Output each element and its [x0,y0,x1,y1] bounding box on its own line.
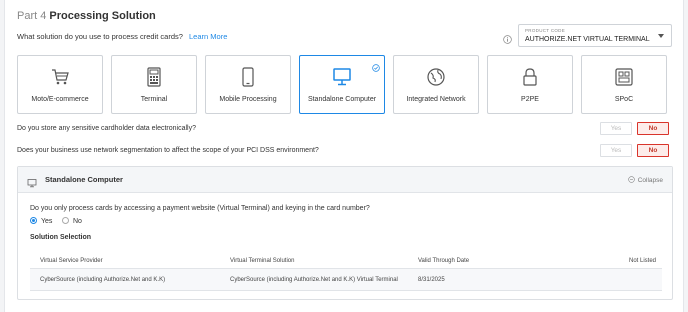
column-header: Valid Through Date [418,258,470,264]
mobile-icon [237,66,259,88]
check-circle-icon [372,59,380,72]
radio-yes[interactable]: Yes [30,217,52,225]
question-network-segmentation: Does your business use network segmentat… [17,147,319,154]
column-header: Virtual Terminal Solution [230,258,295,264]
card-label: Mobile Processing [219,96,277,103]
table-row[interactable]: CyberSource (including Authorize.Net and… [30,269,662,291]
radio-yes-label: Yes [41,218,53,225]
collapse-button[interactable]: Collapse [628,176,663,184]
segmentation-no-button[interactable]: No [637,144,669,157]
store-data-yes-button[interactable]: Yes [600,122,632,135]
globe-icon [425,66,447,88]
column-header: Not Listed [628,258,656,264]
card-spoc[interactable]: SPoC [581,55,667,114]
radio-no[interactable]: No [62,217,82,225]
store-data-no-button[interactable]: No [637,122,669,135]
part-number: Part 4 [17,10,47,22]
product-code-value: AUTHORIZE.NET VIRTUAL TERMINAL [525,36,650,43]
learn-more-link[interactable]: Learn More [189,32,227,41]
card-label: Moto/E-commerce [31,96,89,103]
chevron-down-icon [658,34,664,38]
card-p2pe[interactable]: P2PE [487,55,573,114]
standalone-computer-panel: Standalone Computer Collapse Do you only… [17,166,673,300]
card-label: Standalone Computer [307,96,377,103]
panel-header: Standalone Computer Collapse [18,167,672,193]
page: Part 4 Processing Solution What solution… [4,0,684,312]
card-label: SPoC [614,96,634,103]
column-header: Virtual Service Provider [40,258,103,264]
solution-selection-title: Solution Selection [30,234,92,241]
card-standalone-computer[interactable]: Standalone Computer [299,55,385,114]
card-moto-ecommerce[interactable]: Moto/E-commerce [17,55,103,114]
segmentation-yes-button[interactable]: Yes [600,144,632,157]
lock-icon [519,66,541,88]
solution-table: Virtual Service Provider Virtual Termina… [30,253,662,291]
question-store-data: Do you store any sensitive cardholder da… [17,125,196,132]
spoc-icon [613,66,635,88]
radio-selected-icon [30,217,37,224]
solution-question-text: What solution do you use to process cred… [17,32,183,41]
product-code-select[interactable]: PRODUCT CODE AUTHORIZE.NET VIRTUAL TERMI… [518,24,672,47]
part-name: Processing Solution [49,10,156,22]
table-cell: CyberSource (including Authorize.Net and… [40,277,166,283]
monitor-icon [27,175,37,188]
card-label: Terminal [140,96,168,103]
product-code-label: PRODUCT CODE [525,28,566,33]
table-header: Virtual Service Provider Virtual Termina… [30,253,662,269]
table-cell: 8/31/2025 [418,277,445,283]
cart-icon [49,66,71,88]
card-label: Integrated Network [406,96,466,103]
terminal-icon [143,66,165,88]
card-terminal[interactable]: Terminal [111,55,197,114]
card-integrated-network[interactable]: Integrated Network [393,55,479,114]
table-cell: CyberSource (including Authorize.Net and… [230,277,398,283]
radio-unselected-icon [62,217,69,224]
info-icon[interactable] [503,31,512,44]
card-label: P2PE [521,96,539,103]
card-mobile-processing[interactable]: Mobile Processing [205,55,291,114]
collapse-icon [628,176,635,183]
radio-no-label: No [73,218,82,225]
section-title: Part 4 Processing Solution [17,10,156,22]
monitor-icon [331,66,353,88]
panel-title: Standalone Computer [45,175,123,184]
collapse-label: Collapse [637,177,663,184]
solution-question: What solution do you use to process cred… [17,32,227,41]
virtual-terminal-question: Do you only process cards by accessing a… [30,205,370,212]
